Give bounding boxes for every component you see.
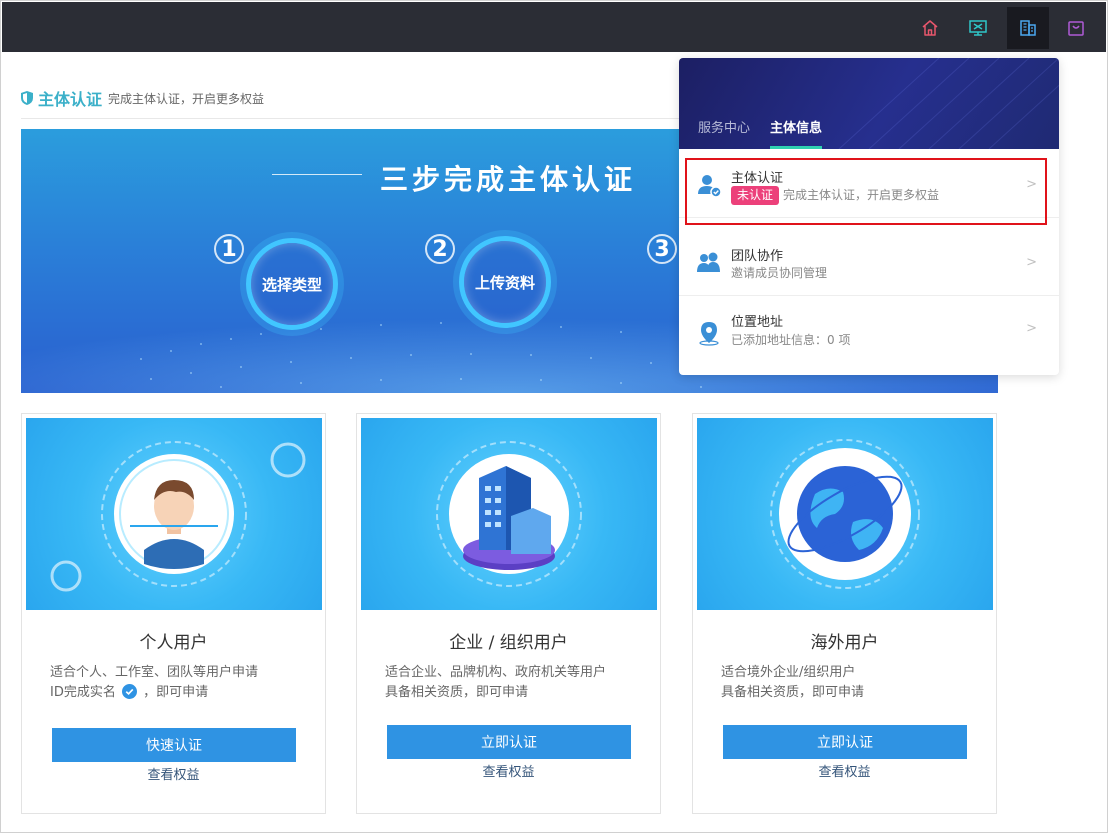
card-description: 适合个人、工作室、团队等用户申请 ID完成实名 ，即可申请 xyxy=(50,663,258,703)
step-2-label: 上传资料 xyxy=(474,273,535,292)
verify-now-button[interactable]: 立即认证 xyxy=(723,725,967,759)
chevron-right-icon: > xyxy=(1026,321,1037,336)
tab-service-center[interactable]: 服务中心 xyxy=(698,117,750,136)
quick-verify-button[interactable]: 快速认证 xyxy=(52,728,296,762)
step-1-label: 选择类型 xyxy=(261,275,322,294)
page-subtitle: 完成主体认证，开启更多权益 xyxy=(108,91,265,106)
verified-check-icon xyxy=(122,684,137,699)
view-benefits-link[interactable]: 查看权益 xyxy=(22,764,325,783)
team-icon xyxy=(697,252,720,272)
chevron-right-icon: > xyxy=(1026,255,1037,270)
location-icon xyxy=(699,322,719,346)
row-subtitle: 邀请成员协同管理 xyxy=(731,266,828,280)
top-bar xyxy=(2,2,1106,52)
active-tab-indicator xyxy=(770,146,822,149)
shield-icon xyxy=(21,91,33,105)
page-title: 主体认证 xyxy=(38,90,103,109)
dropdown-header: 服务中心 主体信息 xyxy=(679,58,1059,149)
person-avatar-icon xyxy=(50,441,306,592)
view-benefits-link[interactable]: 查看权益 xyxy=(357,761,660,780)
tab-entity-info[interactable]: 主体信息 xyxy=(770,117,822,136)
card-desc-line2: 具备相关资质，即可申请 xyxy=(385,685,529,700)
page-header: 主体认证 完成主体认证，开启更多权益 xyxy=(21,86,264,110)
banner-title-line xyxy=(272,174,362,175)
step-2-number: 2 xyxy=(425,234,455,264)
step-1-circle: 选择类型 xyxy=(246,238,338,330)
card-desc-line2b: ，即可申请 xyxy=(143,685,209,700)
card-personal: 个人用户 适合个人、工作室、团队等用户申请 ID完成实名 ，即可申请 快速认证 … xyxy=(21,413,326,814)
card-title: 海外用户 xyxy=(810,633,879,653)
card-description: 适合企业、品牌机构、政府机关等用户 具备相关资质，即可申请 xyxy=(385,663,606,703)
card-desc-line2a: ID完成实名 xyxy=(50,685,116,700)
building-icon[interactable] xyxy=(1007,7,1049,49)
step-2-circle: 上传资料 xyxy=(459,236,551,328)
row-team-collaboration[interactable]: 团队协作 邀请成员协同管理 > xyxy=(679,228,1059,296)
entity-info-dropdown: 服务中心 主体信息 主体认证 未认证 完成主体认证，开启更多权益 > 团队协作 邀… xyxy=(679,58,1059,375)
personal-user-illustration xyxy=(26,418,322,610)
monitor-icon[interactable] xyxy=(957,7,999,49)
card-desc-line2: 具备相关资质，即可申请 xyxy=(721,685,865,700)
row-title: 团队协作 xyxy=(731,249,784,264)
row-location-address[interactable]: 位置地址 已添加地址信息：0 项 > xyxy=(679,298,1059,366)
banner-title: 三步完成主体认证 xyxy=(380,163,637,196)
overseas-user-illustration xyxy=(697,418,993,610)
globe-icon xyxy=(770,439,920,589)
step-1-number: 1 xyxy=(214,234,244,264)
card-description: 适合境外企业/组织用户 具备相关资质，即可申请 xyxy=(721,663,864,703)
view-benefits-link[interactable]: 查看权益 xyxy=(693,761,996,780)
card-enterprise: 企业 / 组织用户 适合企业、品牌机构、政府机关等用户 具备相关资质，即可申请 … xyxy=(356,413,661,814)
bag-icon[interactable] xyxy=(1055,7,1097,49)
row-title: 位置地址 xyxy=(731,315,784,330)
card-title: 企业 / 组织用户 xyxy=(449,633,568,653)
row-subtitle: 已添加地址信息：0 项 xyxy=(731,333,851,347)
card-desc-line2: ID完成实名 ，即可申请 xyxy=(50,683,258,703)
building-illustration-icon xyxy=(436,441,582,587)
card-desc-line1: 适合境外企业/组织用户 xyxy=(721,665,856,680)
card-desc-line1: 适合企业、品牌机构、政府机关等用户 xyxy=(385,665,607,680)
card-title: 个人用户 xyxy=(139,633,208,653)
step-3-number: 3 xyxy=(647,234,677,264)
card-overseas: 海外用户 适合境外企业/组织用户 具备相关资质，即可申请 立即认证 查看权益 xyxy=(692,413,997,814)
enterprise-user-illustration xyxy=(361,418,657,610)
card-desc-line1: 适合个人、工作室、团队等用户申请 xyxy=(50,665,259,680)
highlight-box xyxy=(685,158,1047,225)
home-icon[interactable] xyxy=(909,7,951,49)
verify-now-button[interactable]: 立即认证 xyxy=(387,725,631,759)
